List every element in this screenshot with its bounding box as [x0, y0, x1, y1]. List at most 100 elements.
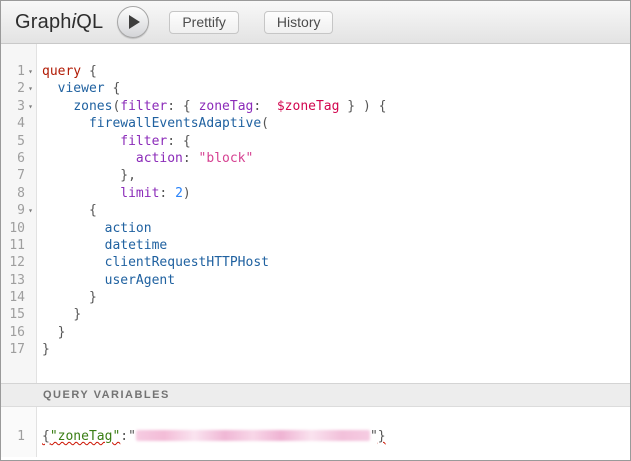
- fold-spacer: [25, 220, 36, 237]
- gutter-row: 9▾: [1, 202, 36, 219]
- gutter-row: 5: [1, 133, 36, 150]
- code-token: [42, 273, 105, 288]
- fold-spacer: [25, 289, 36, 306]
- code-line[interactable]: }: [42, 341, 630, 358]
- code-token: query: [42, 64, 81, 79]
- code-line[interactable]: }: [42, 289, 630, 306]
- logo-text-graph: Graph: [15, 11, 72, 33]
- gutter-row: 3▾: [1, 98, 36, 115]
- graphiql-logo: GraphiQL: [15, 11, 103, 34]
- fold-spacer: [25, 324, 36, 341]
- query-code-pane[interactable]: query { viewer { zones(filter: { zoneTag…: [37, 44, 630, 383]
- gutter-row: 2▾: [1, 80, 36, 97]
- code-token: zones: [73, 99, 112, 114]
- topbar: GraphiQL Prettify History: [1, 1, 630, 44]
- code-line[interactable]: clientRequestHTTPHost: [42, 254, 630, 271]
- fold-spacer: [25, 115, 36, 132]
- execute-button[interactable]: [117, 6, 149, 38]
- code-token: action: [136, 151, 183, 166]
- code-token: [42, 99, 73, 114]
- line-number: 6: [1, 150, 25, 167]
- line-number: 7: [1, 167, 25, 184]
- line-number: 1: [1, 428, 25, 445]
- line-number: 17: [1, 341, 25, 358]
- code-token: [42, 238, 105, 253]
- code-token: :: [120, 429, 128, 444]
- gutter-row: 16: [1, 324, 36, 341]
- code-token: [42, 186, 120, 201]
- code-line[interactable]: userAgent: [42, 272, 630, 289]
- code-line[interactable]: action: [42, 220, 630, 237]
- code-token: : {: [167, 99, 198, 114]
- code-token: filter: [120, 99, 167, 114]
- code-line[interactable]: viewer {: [42, 80, 630, 97]
- line-number: 15: [1, 306, 25, 323]
- fold-arrow-icon[interactable]: ▾: [25, 80, 36, 97]
- query-variables-title: QUERY VARIABLES: [43, 389, 170, 401]
- fold-spacer: [25, 272, 36, 289]
- code-token: datetime: [105, 238, 168, 253]
- fold-arrow-icon[interactable]: ▾: [25, 202, 36, 219]
- fold-spacer: [25, 428, 36, 445]
- logo-text-ql: QL: [76, 11, 103, 33]
- gutter-row: 10: [1, 220, 36, 237]
- code-token: 2: [175, 186, 183, 201]
- code-line[interactable]: }: [42, 324, 630, 341]
- variables-code-pane[interactable]: {"zoneTag":""}: [37, 407, 630, 457]
- variables-line[interactable]: {"zoneTag":""}: [42, 428, 630, 445]
- code-line[interactable]: firewallEventsAdaptive(: [42, 115, 630, 132]
- code-token: }: [73, 307, 81, 322]
- line-number: 5: [1, 133, 25, 150]
- code-line[interactable]: datetime: [42, 237, 630, 254]
- code-token: [42, 134, 120, 149]
- history-button[interactable]: History: [264, 11, 334, 34]
- gutter-row: 11: [1, 237, 36, 254]
- fold-spacer: [25, 133, 36, 150]
- line-number: 9: [1, 202, 25, 219]
- code-line[interactable]: action: "block": [42, 150, 630, 167]
- code-token: "zoneTag": [50, 429, 120, 444]
- code-line[interactable]: query {: [42, 63, 630, 80]
- code-line[interactable]: },: [42, 167, 630, 184]
- code-token: action: [105, 221, 152, 236]
- line-number: 14: [1, 289, 25, 306]
- code-token: userAgent: [105, 273, 175, 288]
- line-number: 2: [1, 80, 25, 97]
- line-number-gutter: 1▾2▾3▾456789▾1011121314151617: [1, 44, 37, 383]
- line-number: 11: [1, 237, 25, 254]
- line-number: 3: [1, 98, 25, 115]
- code-token: [42, 255, 105, 270]
- code-line[interactable]: {: [42, 202, 630, 219]
- variables-editor[interactable]: 1 {"zoneTag":""}: [1, 407, 630, 457]
- gutter-row: 12: [1, 254, 36, 271]
- query-editor[interactable]: 1▾2▾3▾456789▾1011121314151617 query { vi…: [1, 44, 630, 383]
- redacted-value: [136, 430, 370, 441]
- code-token: "block": [199, 151, 254, 166]
- code-token: [42, 290, 89, 305]
- code-token: }: [89, 290, 97, 305]
- fold-spacer: [25, 341, 36, 358]
- prettify-button[interactable]: Prettify: [169, 11, 239, 34]
- code-token: {: [89, 203, 97, 218]
- gutter-row: 4: [1, 115, 36, 132]
- code-token: :: [159, 186, 175, 201]
- code-line[interactable]: limit: 2): [42, 185, 630, 202]
- code-token: [42, 203, 89, 218]
- line-number: 4: [1, 115, 25, 132]
- code-token: [42, 168, 120, 183]
- code-line[interactable]: }: [42, 306, 630, 323]
- query-variables-title-bar[interactable]: QUERY VARIABLES: [1, 383, 630, 407]
- code-token: }: [58, 325, 66, 340]
- fold-spacer: [25, 237, 36, 254]
- line-number: 16: [1, 324, 25, 341]
- code-line[interactable]: zones(filter: { zoneTag: $zoneTag } ) {: [42, 98, 630, 115]
- fold-arrow-icon[interactable]: ▾: [25, 63, 36, 80]
- code-token: :: [253, 99, 276, 114]
- code-token: :: [183, 151, 199, 166]
- code-token: limit: [120, 186, 159, 201]
- line-number: 1: [1, 63, 25, 80]
- code-token: (: [261, 116, 269, 131]
- fold-arrow-icon[interactable]: ▾: [25, 98, 36, 115]
- graphiql-window: GraphiQL Prettify History 1▾2▾3▾456789▾1…: [0, 0, 631, 461]
- code-line[interactable]: filter: {: [42, 133, 630, 150]
